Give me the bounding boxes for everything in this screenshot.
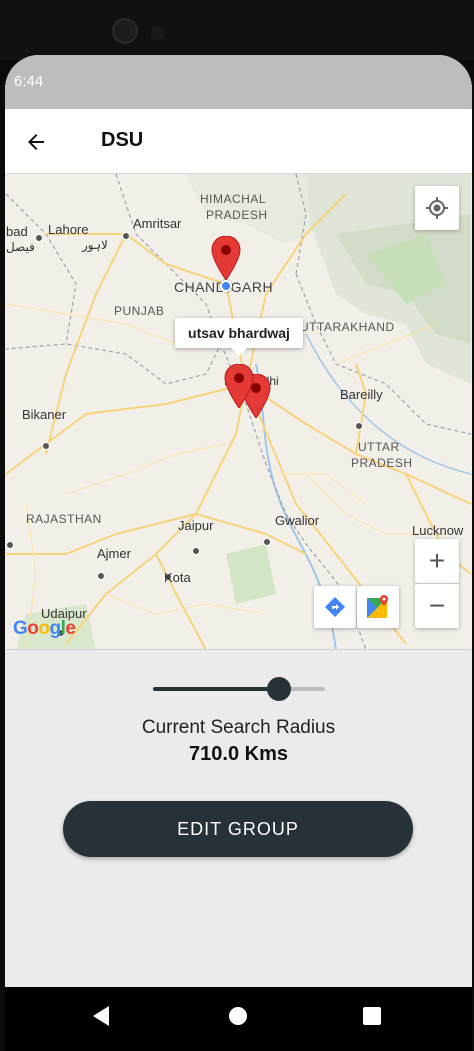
radius-slider-thumb[interactable] (266, 677, 291, 701)
map-label-bareilly: Bareilly (340, 387, 383, 402)
zoom-out-button[interactable]: − (415, 584, 459, 628)
map-label-lahore-urdu: لاہور (82, 238, 108, 252)
map-label-himachal: HIMACHAL (200, 192, 267, 206)
google-logo-letter: g (49, 618, 62, 639)
zoom-in-button[interactable]: + (415, 539, 459, 583)
google-logo-letter: o (38, 618, 50, 639)
map-label-uttarakhand: UTTARAKHAND (300, 320, 395, 334)
map-label-lahore: Lahore (48, 222, 89, 237)
page-title: DSU (101, 129, 144, 151)
map-label-punjab: PUNJAB (114, 304, 165, 318)
search-radius-value: 710.0 Kms (189, 743, 288, 765)
map-view[interactable]: bad فیصل Lahore لاہور Amritsar HIMACHAL … (6, 174, 471, 650)
map-label-jaipur: Jaipur (178, 518, 214, 533)
my-location-button[interactable] (415, 186, 459, 230)
plus-icon: + (428, 545, 446, 576)
status-time: 6:44 (14, 73, 44, 90)
crosshair-icon (426, 197, 448, 219)
google-maps-icon (367, 595, 388, 618)
map-label-abad: bad (6, 224, 28, 239)
app-bar: DSU (5, 109, 472, 173)
proximity-sensor (150, 26, 164, 40)
marker-pin-icon[interactable] (224, 364, 254, 408)
map-label-gwalior: Gwalior (275, 513, 320, 528)
nav-back-icon[interactable] (91, 1005, 111, 1027)
phone-device: 6:44 DSU bad فیصل Lahore لاہور Amritsar … (0, 0, 474, 1051)
directions-icon (325, 597, 345, 617)
map-label-lucknow: Lucknow (412, 523, 464, 538)
map-label-abad-urdu: فیصل (6, 240, 35, 254)
nav-home-icon[interactable] (229, 1007, 247, 1025)
map-label-pradesh1: PRADESH (206, 208, 268, 222)
google-logo-letter: e (65, 618, 76, 639)
radius-slider[interactable] (153, 677, 325, 701)
map-label-kota: Kota (164, 570, 191, 585)
map-label-bikaner: Bikaner (22, 407, 67, 422)
google-logo-letter: G (13, 618, 28, 639)
edit-group-button[interactable]: EDIT GROUP (63, 801, 413, 857)
arrow-left-icon (28, 134, 44, 150)
current-location-dot (220, 280, 232, 292)
minus-icon: − (428, 590, 446, 621)
screen: 6:44 DSU bad فیصل Lahore لاہور Amritsar … (5, 55, 472, 1051)
nav-recents-icon[interactable] (363, 1007, 381, 1025)
google-logo: Google (13, 618, 76, 640)
open-google-maps-button[interactable] (357, 586, 399, 628)
radius-slider-fill (153, 687, 279, 691)
marker-info-window[interactable]: utsav bhardwaj (175, 318, 303, 356)
map-label-ajmer: Ajmer (97, 546, 131, 561)
back-button[interactable] (19, 125, 53, 159)
google-logo-letter: o (27, 618, 39, 639)
directions-button[interactable] (314, 586, 356, 628)
map-label-pradesh2: PRADESH (351, 456, 413, 470)
map-label-amritsar: Amritsar (133, 216, 182, 231)
map-label-rajasthan: RAJASTHAN (26, 512, 102, 526)
status-bar: 6:44 (5, 55, 472, 109)
map-label-uttar: UTTAR (358, 440, 400, 454)
system-nav-bar (5, 987, 472, 1051)
phone-bezel (0, 0, 474, 60)
marker-pin-icon[interactable] (211, 236, 241, 280)
search-radius-label: Current Search Radius (141, 717, 336, 738)
front-camera (112, 18, 138, 44)
